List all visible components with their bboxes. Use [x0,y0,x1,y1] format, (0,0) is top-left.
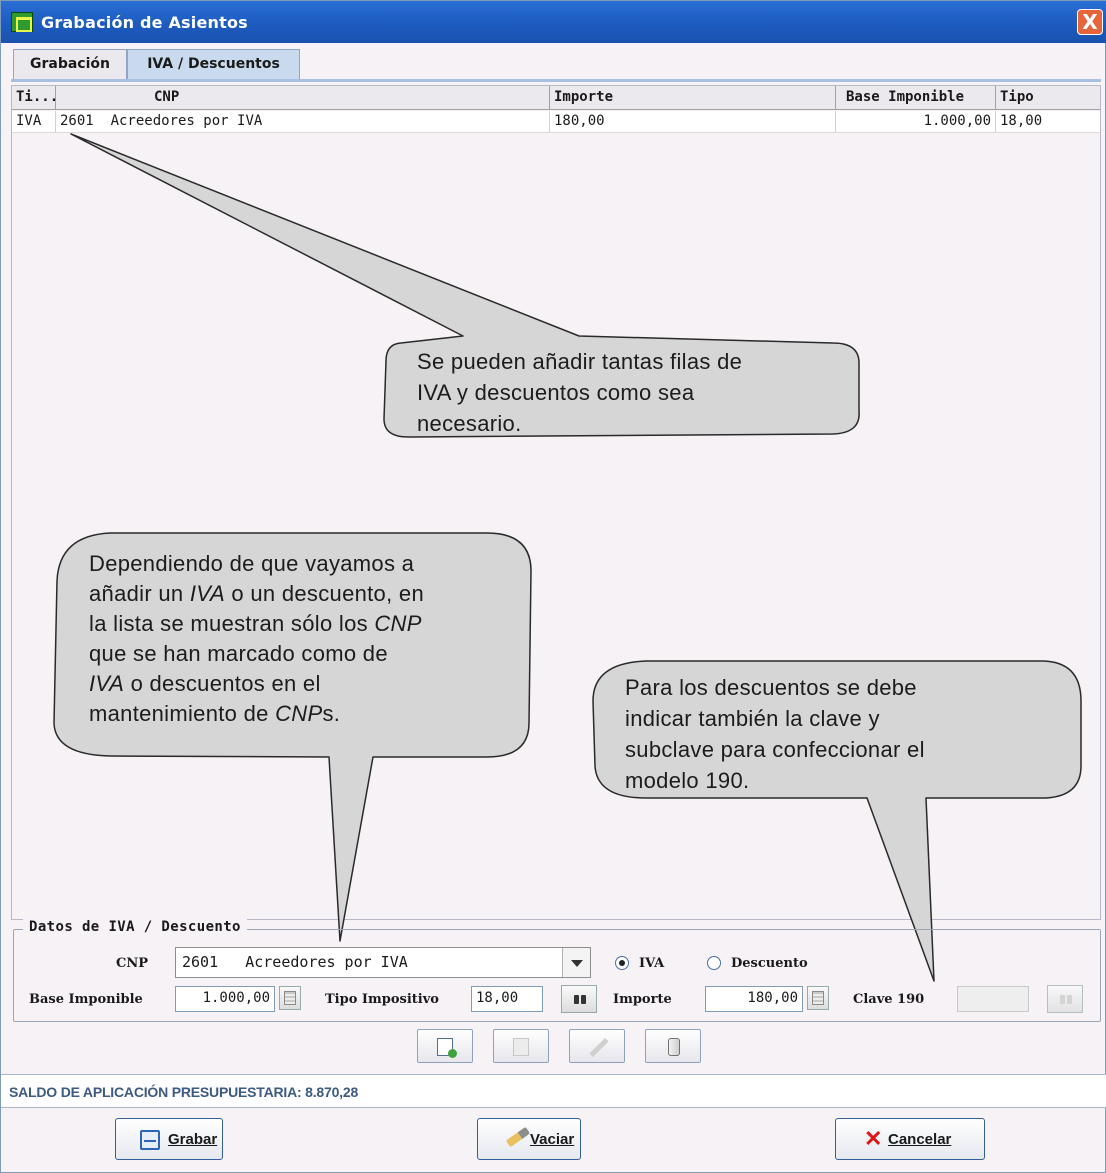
edit-row-icon [589,1037,609,1058]
clave-190-field[interactable] [957,986,1029,1012]
importe-field[interactable]: 180,00 [705,986,803,1012]
callout-left-line: mantenimiento de CNPs. [89,701,341,726]
callout-right-line: indicar también la clave y [625,706,880,731]
save-icon [140,1130,160,1150]
cnp-select[interactable]: 2601 Acreedores por IVA [175,947,591,978]
clear-icon [668,1038,680,1056]
binoculars-icon [1060,995,1072,1005]
delete-row-icon [513,1038,529,1056]
callout-top-line: necesario. [417,411,522,436]
cancel-button[interactable]: ✕ Cancelar [835,1118,985,1160]
callout-left-line: añadir un IVA o un descuento, en [89,581,424,606]
clear-button[interactable]: Vaciar [477,1118,581,1160]
column-header-tipo[interactable]: Ti... [12,86,58,110]
callout-right-line: Para los descuentos se debe [625,675,917,700]
cell-tipo: IVA [12,111,56,133]
column-header-tipo-pct[interactable]: Tipo [996,86,1100,110]
iva-table[interactable]: Ti... CNP Importe Base Imponible Tipo IV… [11,85,1101,920]
cnp-label: CNP [116,956,149,971]
calculator-button[interactable] [279,986,301,1010]
callout-top-text: Se pueden añadir tantas filas de IVA y d… [417,346,742,439]
radio-descuento-label: Descuento [731,956,808,971]
base-imponible-label: Base Imponible [29,992,143,1007]
tipo-impositivo-label: Tipo Impositivo [325,992,439,1007]
radio-iva-label: IVA [639,956,665,971]
column-header-importe[interactable]: Importe [550,86,836,110]
tipo-impositivo-field[interactable]: 18,00 [471,986,543,1012]
callout-left-line: la lista se muestran sólo los CNP [89,611,422,636]
cell-cnp-code: 2601 [60,113,94,129]
callout-left-text: Dependiendo de que vayamos a añadir un I… [89,549,424,729]
search-tipo-button[interactable] [561,985,597,1013]
plus-icon [448,1049,457,1058]
tab-underline [11,79,1101,82]
callout-left-line: Dependiendo de que vayamos a [89,551,415,576]
callout-right-text: Para los descuentos se debe indicar tamb… [625,672,925,796]
table-row[interactable]: IVA 2601 Acreedores por IVA 180,00 1.000… [12,111,1100,133]
cancel-button-label: Cancelar [888,1131,952,1148]
callout-left-line: IVA o descuentos en el [89,671,321,696]
cnp-select-value: 2601 Acreedores por IVA [182,953,408,971]
status-text: SALDO DE APLICACIÓN PRESUPUESTARIA: 8.87… [9,1084,359,1100]
calculator-button[interactable] [807,986,829,1010]
brush-icon [505,1126,531,1148]
chevron-down-icon[interactable] [562,948,590,977]
title-bar[interactable]: Grabación de Asientos X [1,1,1106,43]
binoculars-icon [574,995,586,1005]
window-title: Grabación de Asientos [41,13,248,32]
callout-right-line: subclave para confeccionar el [625,737,925,762]
cell-importe: 180,00 [550,111,836,133]
cell-base-imponible: 1.000,00 [836,111,996,133]
cell-cnp: 2601 Acreedores por IVA [56,111,550,133]
cell-cnp-name: Acreedores por IVA [110,113,263,129]
base-imponible-field[interactable]: 1.000,00 [175,986,275,1012]
edit-row-button[interactable] [569,1029,625,1063]
search-clave-button[interactable] [1047,985,1083,1013]
calculator-icon [812,991,824,1005]
dialog-window: Grabación de Asientos X Grabación IVA / … [0,0,1106,1173]
column-header-cnp[interactable]: CNP [56,86,550,110]
clear-button-label: Vaciar [530,1131,575,1148]
close-button[interactable]: X [1077,9,1103,35]
column-header-base-imponible[interactable]: Base Imponible [836,86,996,110]
clear-row-button[interactable] [645,1029,701,1063]
save-button-label: Grabar [168,1131,218,1148]
group-title: Datos de IVA / Descuento [23,919,247,935]
tab-iva-descuentos[interactable]: IVA / Descuentos [127,49,300,79]
cancel-icon: ✕ [864,1126,883,1151]
callout-right-line: modelo 190. [625,768,750,793]
tab-grabacion[interactable]: Grabación [13,49,127,79]
calculator-icon [284,991,296,1005]
callout-top-line: IVA y descuentos como sea [417,380,695,405]
add-row-button[interactable] [417,1029,473,1063]
table-header: Ti... CNP Importe Base Imponible Tipo [12,86,1100,110]
callout-left-line: que se han marcado como de [89,641,388,666]
radio-iva[interactable] [615,956,629,970]
app-icon [11,12,33,32]
save-button[interactable]: Grabar [115,1118,223,1160]
radio-descuento[interactable] [707,956,721,970]
delete-row-button[interactable] [493,1029,549,1063]
callout-top-line: Se pueden añadir tantas filas de [417,349,743,374]
status-bar: SALDO DE APLICACIÓN PRESUPUESTARIA: 8.87… [1,1074,1106,1108]
importe-label: Importe [613,992,672,1007]
cell-tipo-pct: 18,00 [1000,113,1043,129]
clave-190-label: Clave 190 [853,992,925,1007]
